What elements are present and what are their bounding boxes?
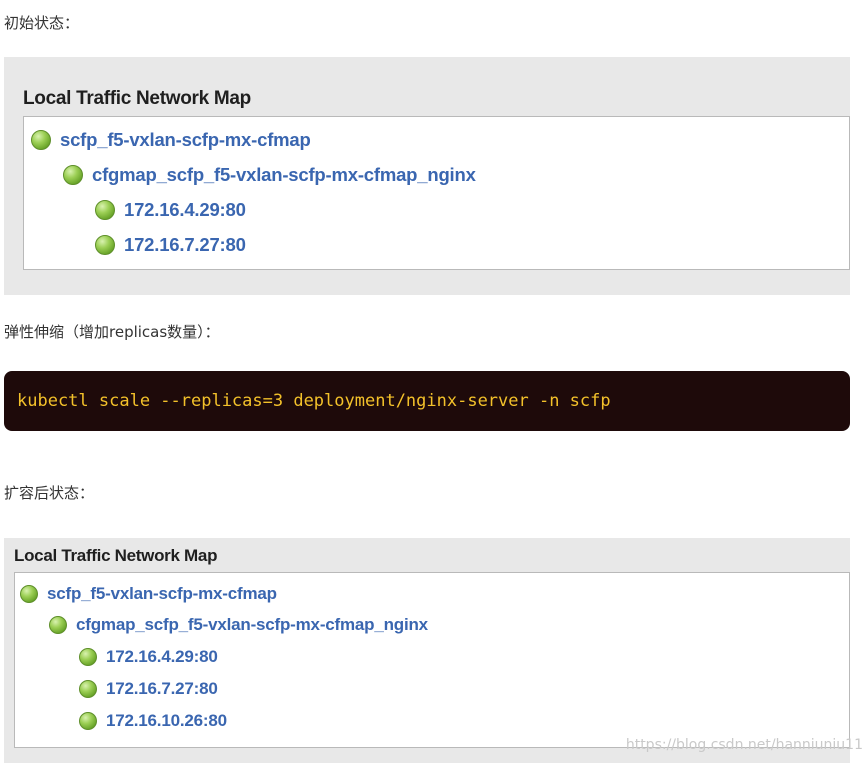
status-green-icon	[49, 616, 67, 634]
heading-initial-state: 初始状态：	[4, 14, 80, 32]
heading-scale: 弹性伸缩（增加replicas数量）：	[4, 323, 220, 341]
tree-node-pool[interactable]: cfgmap_scfp_f5-vxlan-scfp-mx-cfmap_nginx	[49, 615, 428, 635]
node-label[interactable]: 172.16.4.29:80	[106, 647, 218, 667]
tree-node-member[interactable]: 172.16.4.29:80	[79, 647, 218, 667]
status-green-icon	[79, 680, 97, 698]
network-tree: scfp_f5-vxlan-scfp-mx-cfmap cfgmap_scfp_…	[14, 572, 850, 748]
status-green-icon	[20, 585, 38, 603]
tree-node-member[interactable]: 172.16.10.26:80	[79, 711, 227, 731]
heading-after-state: 扩容后状态：	[4, 484, 95, 502]
node-label[interactable]: scfp_f5-vxlan-scfp-mx-cfmap	[60, 129, 311, 151]
node-label[interactable]: 172.16.7.27:80	[106, 679, 218, 699]
status-green-icon	[95, 200, 115, 220]
node-label[interactable]: 172.16.7.27:80	[124, 234, 246, 256]
node-label[interactable]: 172.16.4.29:80	[124, 199, 246, 221]
panel-title: Local Traffic Network Map	[14, 546, 218, 565]
tree-node-member[interactable]: 172.16.4.29:80	[95, 199, 246, 221]
tree-node-member[interactable]: 172.16.7.27:80	[95, 234, 246, 256]
watermark: https://blog.csdn.net/hanniuniu11	[625, 737, 863, 753]
status-green-icon	[79, 648, 97, 666]
status-green-icon	[95, 235, 115, 255]
panel-title: Local Traffic Network Map	[23, 88, 251, 109]
code-block: kubectl scale --replicas=3 deployment/ng…	[4, 371, 850, 431]
tree-node-virtual-server[interactable]: scfp_f5-vxlan-scfp-mx-cfmap	[31, 129, 311, 151]
network-map-panel-after: Local Traffic Network Map scfp_f5-vxlan-…	[4, 538, 850, 763]
node-label[interactable]: cfgmap_scfp_f5-vxlan-scfp-mx-cfmap_nginx	[76, 615, 428, 635]
tree-node-pool[interactable]: cfgmap_scfp_f5-vxlan-scfp-mx-cfmap_nginx	[63, 164, 476, 186]
node-label[interactable]: scfp_f5-vxlan-scfp-mx-cfmap	[47, 584, 277, 604]
node-label[interactable]: 172.16.10.26:80	[106, 711, 227, 731]
status-green-icon	[63, 165, 83, 185]
node-label[interactable]: cfgmap_scfp_f5-vxlan-scfp-mx-cfmap_nginx	[92, 164, 476, 186]
tree-node-virtual-server[interactable]: scfp_f5-vxlan-scfp-mx-cfmap	[20, 584, 277, 604]
status-green-icon	[31, 130, 51, 150]
network-tree: scfp_f5-vxlan-scfp-mx-cfmap cfgmap_scfp_…	[23, 116, 850, 270]
kubectl-command: kubectl scale --replicas=3 deployment/ng…	[17, 391, 611, 411]
network-map-panel-initial: Local Traffic Network Map scfp_f5-vxlan-…	[4, 57, 850, 295]
status-green-icon	[79, 712, 97, 730]
tree-node-member[interactable]: 172.16.7.27:80	[79, 679, 218, 699]
